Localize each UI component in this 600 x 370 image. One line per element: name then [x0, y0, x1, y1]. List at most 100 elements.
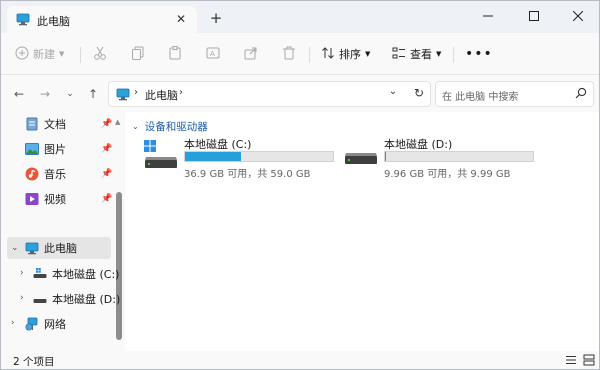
view-button[interactable]: 查看 ▼	[392, 41, 441, 67]
sort-button[interactable]: 排序 ▼	[321, 41, 370, 67]
share-icon	[244, 46, 258, 63]
chevron-right-icon[interactable]: ›	[11, 318, 15, 328]
chevron-right-icon[interactable]: ›	[20, 293, 24, 303]
svg-text:A: A	[210, 50, 215, 58]
chevron-down-icon: ▼	[365, 50, 371, 58]
pin-icon[interactable]: 📌	[101, 119, 112, 129]
more-options-button[interactable]: •••	[465, 41, 493, 67]
drive-d-icon	[33, 292, 47, 306]
computer-icon	[25, 241, 39, 255]
nav-item-label: 网络	[44, 318, 66, 331]
nav-item-videos[interactable]: 视频	[25, 188, 66, 210]
more-icon: •••	[465, 46, 493, 62]
arrow-up-icon: ↑	[87, 87, 99, 101]
up-button[interactable]: ↑	[83, 84, 103, 104]
navigation-pane: 文档 📌 图片 📌 音乐 📌 视频 📌 ▲ ⌄ 此电脑 › 本地磁盘 (C:) …	[1, 112, 125, 351]
pin-icon[interactable]: 📌	[101, 169, 112, 179]
divider	[80, 47, 81, 63]
search-box[interactable]: 在 此电脑 中搜索	[435, 81, 594, 107]
music-icon	[25, 167, 39, 181]
item-count: 2 个项目	[13, 356, 55, 368]
drive-name: 本地磁盘 (D:)	[384, 138, 453, 151]
title-bar: 此电脑 ✕ +	[1, 1, 599, 34]
copy-icon	[131, 46, 145, 63]
tab-title: 此电脑	[37, 15, 70, 28]
add-icon	[15, 46, 29, 63]
tab-this-pc[interactable]: 此电脑 ✕	[7, 6, 197, 34]
chevron-right-icon[interactable]: ›	[134, 87, 138, 98]
documents-icon	[25, 117, 39, 131]
drive-tile-c[interactable]: 本地磁盘 (C:) 36.9 GB 可用，共 59.0 GB	[144, 136, 344, 180]
chevron-down-icon: ▼	[59, 50, 65, 58]
trash-icon	[282, 46, 296, 63]
nav-item-label: 音乐	[44, 168, 66, 181]
paste-icon	[168, 45, 182, 63]
arrow-left-icon: ←	[13, 87, 25, 101]
cut-button[interactable]	[93, 41, 107, 67]
chevron-right-icon[interactable]: ›	[179, 87, 183, 98]
nav-item-documents[interactable]: 文档	[25, 113, 66, 135]
new-label: 新建	[33, 48, 55, 61]
system-drive-icon	[144, 140, 178, 173]
nav-item-label: 本地磁盘 (C:)	[52, 268, 120, 281]
copy-button[interactable]	[131, 41, 145, 67]
drive-c-icon	[33, 267, 47, 281]
nav-item-music[interactable]: 音乐	[25, 163, 66, 185]
pictures-icon	[25, 142, 39, 156]
status-bar: 2 个项目	[1, 351, 599, 369]
drive-name: 本地磁盘 (C:)	[184, 138, 252, 151]
cut-icon	[93, 46, 107, 63]
nav-item-network[interactable]: 网络	[25, 313, 66, 335]
maximize-button[interactable]	[511, 1, 557, 31]
drive-icon	[344, 140, 378, 173]
details-view-icon[interactable]	[565, 354, 577, 369]
new-button[interactable]: 新建 ▼	[15, 41, 64, 67]
back-button[interactable]: ←	[9, 84, 29, 104]
nav-item-drive-c[interactable]: 本地磁盘 (C:)	[33, 263, 119, 285]
close-button[interactable]	[555, 1, 599, 31]
drive-tile-d[interactable]: 本地磁盘 (D:) 9.96 GB 可用，共 9.99 GB	[344, 136, 544, 180]
nav-item-drive-d[interactable]: 本地磁盘 (D:)	[33, 288, 120, 310]
chevron-right-icon[interactable]: ›	[20, 268, 24, 278]
minimize-button[interactable]	[465, 1, 511, 31]
paste-button[interactable]	[168, 41, 182, 67]
refresh-icon[interactable]: ↻	[411, 86, 427, 100]
command-bar: 新建 ▼ A 排序 ▼ 查看 ▼ •••	[1, 33, 599, 75]
tab-close-icon[interactable]: ✕	[173, 11, 189, 27]
computer-icon	[16, 13, 30, 29]
address-dropdown-icon[interactable]: ⌄	[386, 86, 400, 97]
forward-button[interactable]: →	[35, 84, 55, 104]
videos-icon	[25, 192, 39, 206]
sort-icon	[321, 46, 335, 63]
computer-icon	[116, 88, 130, 104]
group-title: 设备和驱动器	[144, 121, 208, 133]
address-bar[interactable]: › 此电脑 › ⌄ ↻	[108, 81, 431, 107]
delete-button[interactable]	[282, 41, 296, 67]
rename-icon: A	[206, 46, 220, 63]
chevron-down-icon: ⌄	[66, 89, 74, 99]
content-area: ⌄ 设备和驱动器 本地磁盘 (C:) 36.9 GB 可用，共 59.0 GB	[125, 112, 599, 351]
nav-item-pictures[interactable]: 图片	[25, 138, 66, 160]
rename-button[interactable]: A	[206, 41, 220, 67]
new-tab-button[interactable]: +	[206, 8, 226, 28]
chevron-down-icon[interactable]: ⌄	[11, 243, 19, 253]
nav-item-this-pc[interactable]: 此电脑	[25, 237, 77, 259]
scroll-up-arrow-icon[interactable]: ▲	[115, 118, 120, 126]
share-button[interactable]	[244, 41, 258, 67]
breadcrumb[interactable]: 此电脑	[145, 87, 178, 103]
group-header[interactable]: ⌄ 设备和驱动器	[132, 119, 208, 134]
pin-icon[interactable]: 📌	[101, 194, 112, 204]
file-explorer-window: 此电脑 ✕ + 新建 ▼ A 排序 ▼ 查看 ▼ ••• ← → ⌄ ↑ › 此…	[0, 0, 600, 370]
recent-locations-button[interactable]: ⌄	[60, 84, 80, 104]
search-input[interactable]: 在 此电脑 中搜索	[442, 88, 518, 103]
nav-item-label: 图片	[44, 143, 66, 156]
drive-usage-bar	[384, 151, 534, 162]
nav-item-label: 文档	[44, 118, 66, 131]
pin-icon[interactable]: 📌	[101, 144, 112, 154]
chevron-down-icon: ⌄	[132, 122, 139, 131]
search-icon	[575, 87, 587, 102]
nav-item-label: 此电脑	[44, 242, 77, 255]
view-icon	[392, 46, 406, 63]
chevron-down-icon: ▼	[436, 50, 442, 58]
tiles-view-icon[interactable]	[583, 354, 595, 369]
